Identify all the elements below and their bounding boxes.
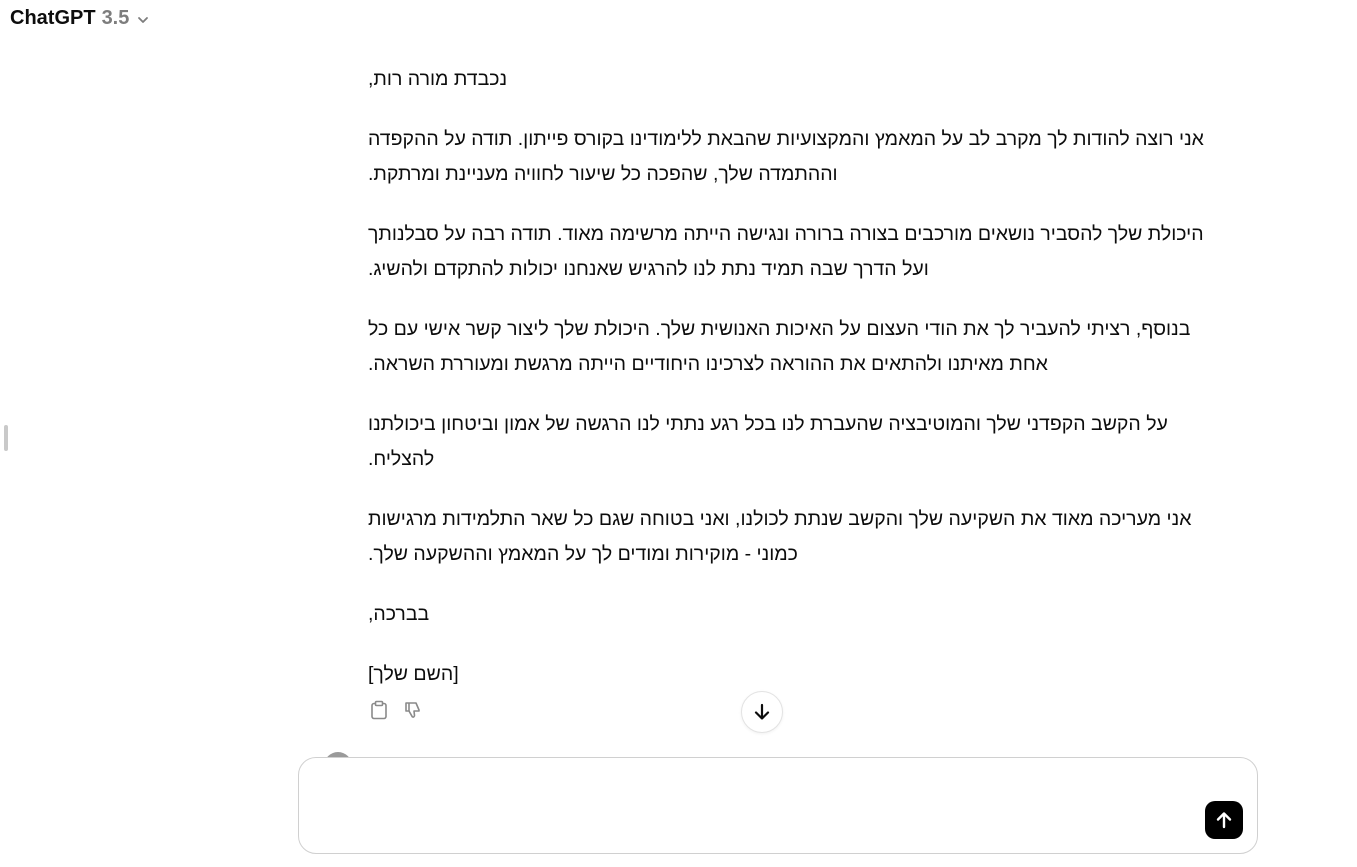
message-input[interactable] xyxy=(317,772,1197,832)
message-line: .להצליח xyxy=(368,448,435,470)
message-line: .וההתמדה שלך, שהפכה כל שיעור לחוויה מעני… xyxy=(368,163,838,185)
clipboard-icon xyxy=(371,700,387,720)
message-line: .אחת מאיתנו ולהתאים את ההוראה לצרכינו הי… xyxy=(368,353,1048,375)
bad-response-button[interactable] xyxy=(402,699,424,721)
arrow-down-icon xyxy=(754,703,770,720)
send-button[interactable] xyxy=(1205,801,1243,839)
arrow-up-icon xyxy=(1216,812,1232,829)
model-selector[interactable]: ChatGPT 3.5 xyxy=(10,7,150,30)
message-actions xyxy=(368,699,424,721)
message-line: על הקשב הקפדני שלך והמוטיבציה שהעברת לנו… xyxy=(368,413,1168,435)
thumbs-down-icon xyxy=(405,702,420,718)
model-name: ChatGPT xyxy=(10,7,96,29)
message-line: ,בברכה xyxy=(368,603,430,625)
chevron-down-icon xyxy=(138,16,149,23)
model-version: 3.5 xyxy=(101,7,130,29)
message-line: היכולת שלך להסביר נושאים מורכבים בצורה ב… xyxy=(368,223,1204,245)
scroll-to-bottom-button[interactable] xyxy=(741,691,783,733)
message-line: ,נכבדת מורה רות xyxy=(368,68,508,90)
message-line: אני רוצה להודות לך מקרב לב על המאמץ והמק… xyxy=(368,128,1204,150)
message-line: בנוסף, רציתי להעביר לך את הודי העצום על … xyxy=(368,318,1191,340)
assistant-message: ,נכבדת מורה רות אני רוצה להודות לך מקרב … xyxy=(368,62,1234,717)
message-line: אני מעריכה מאוד את השקיעה שלך והקשב שנתת… xyxy=(368,508,1192,530)
sidebar-toggle-handle[interactable] xyxy=(4,425,8,451)
copy-button[interactable] xyxy=(368,699,390,721)
message-line: .ועל הדרך שבה תמיד נתת לנו להרגיש שאנחנו… xyxy=(368,258,929,280)
message-line: [השם שלך] xyxy=(368,663,459,685)
message-composer xyxy=(298,757,1258,854)
message-line: .כמוני - מוקירות ומודים לך על המאמץ וההש… xyxy=(368,543,798,565)
top-bar: ChatGPT 3.5 xyxy=(0,0,1357,36)
